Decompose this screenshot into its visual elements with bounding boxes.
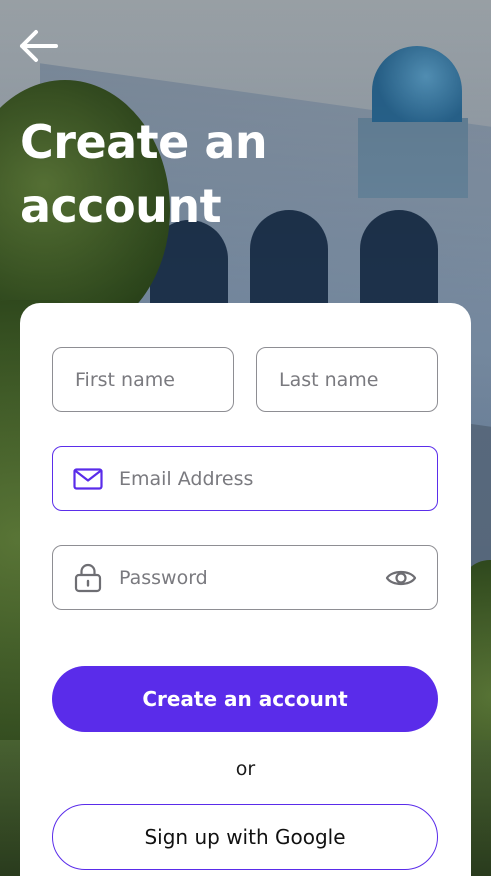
email-input[interactable] bbox=[119, 467, 437, 490]
eye-icon bbox=[385, 570, 417, 585]
create-account-button[interactable]: Create an account bbox=[52, 666, 438, 732]
first-name-input[interactable] bbox=[75, 368, 233, 391]
password-field[interactable] bbox=[52, 545, 438, 610]
last-name-field[interactable] bbox=[256, 347, 438, 412]
last-name-input[interactable] bbox=[279, 368, 437, 391]
show-password-toggle[interactable] bbox=[385, 563, 417, 593]
page-title: Create an account bbox=[20, 115, 268, 233]
email-field[interactable] bbox=[52, 446, 438, 511]
back-button[interactable] bbox=[18, 28, 62, 64]
or-divider: or bbox=[235, 758, 256, 780]
google-signup-button[interactable]: Sign up with Google bbox=[52, 804, 438, 870]
lock-icon bbox=[73, 563, 103, 593]
signup-card: Create an account or Sign up with Google bbox=[20, 303, 471, 876]
create-account-screen: Create an account First name Last name E… bbox=[0, 0, 491, 876]
mail-icon bbox=[73, 464, 103, 494]
arrow-left-icon bbox=[20, 30, 58, 62]
first-name-field[interactable] bbox=[52, 347, 234, 412]
password-input[interactable] bbox=[119, 566, 385, 589]
